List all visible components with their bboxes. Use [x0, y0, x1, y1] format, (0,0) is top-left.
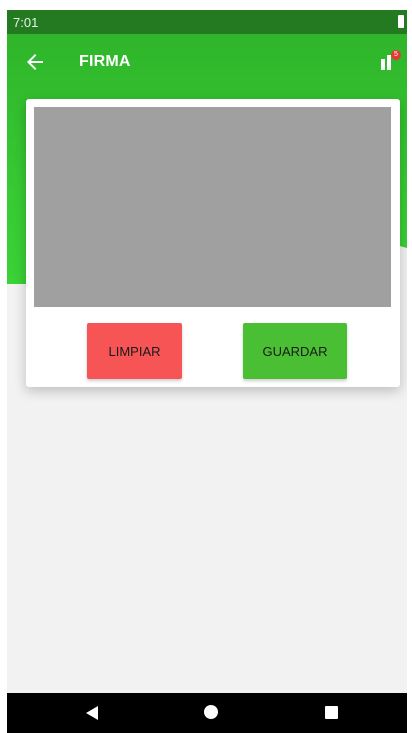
square-recent-icon[interactable]	[325, 706, 338, 719]
system-nav-bar	[7, 693, 407, 733]
clear-button[interactable]: LIMPIAR	[87, 323, 182, 379]
app-bar: FIRMA 5	[7, 34, 407, 90]
notification-badge: 5	[391, 50, 401, 60]
signature-card: LIMPIAR GUARDAR	[26, 99, 400, 387]
circle-home-icon[interactable]	[204, 705, 218, 719]
status-bar: 7:01	[7, 10, 407, 34]
battery-icon	[398, 15, 404, 28]
status-time: 7:01	[13, 15, 39, 30]
page-title: FIRMA	[79, 53, 131, 70]
triangle-back-icon[interactable]	[85, 705, 99, 726]
signature-pad[interactable]	[34, 107, 391, 307]
save-button[interactable]: GUARDAR	[243, 323, 347, 379]
screen: 7:01 FIRMA 5 LIMPIAR GUARDAR	[7, 10, 407, 733]
signal-notification-icon[interactable]: 5	[379, 50, 401, 74]
arrow-left-icon[interactable]	[23, 50, 47, 74]
